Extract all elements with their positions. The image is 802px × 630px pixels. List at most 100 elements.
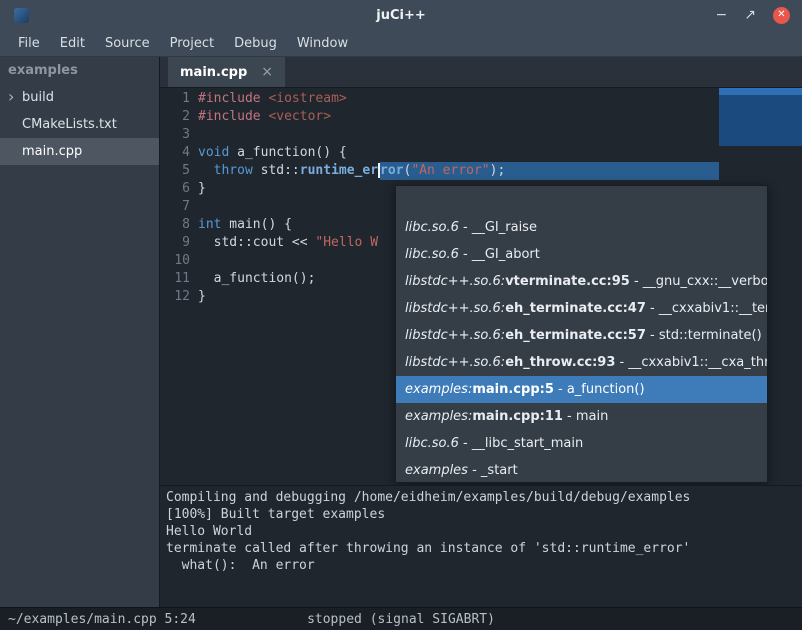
frame-library: libstdc++.so.6: xyxy=(405,328,505,343)
close-button[interactable]: ✕ xyxy=(773,7,790,24)
tab-close-icon[interactable]: × xyxy=(261,64,273,80)
stack-frame[interactable]: libstdc++.so.6:eh_throw.cc:93 - __cxxabi… xyxy=(396,349,767,376)
frame-location: eh_throw.cc:93 xyxy=(505,355,615,370)
terminal-line: Hello World xyxy=(166,523,796,540)
frame-function: - main xyxy=(563,409,608,424)
frame-library: examples: xyxy=(405,382,472,397)
terminal-line: [100%] Built target examples xyxy=(166,506,796,523)
menu-edit[interactable]: Edit xyxy=(50,36,95,51)
project-header: examples xyxy=(0,57,159,84)
menu-project[interactable]: Project xyxy=(160,36,224,51)
minimize-button[interactable]: − xyxy=(716,8,728,22)
frame-function: - __GI_raise xyxy=(459,220,537,235)
code-token: } xyxy=(198,180,206,198)
close-icon: ✕ xyxy=(777,10,785,20)
frame-function: - __GI_abort xyxy=(459,247,540,262)
titlebar: juCi++ − ↗ ✕ xyxy=(0,0,802,30)
frame-library: libc.so.6 xyxy=(405,247,459,262)
stack-frame[interactable]: libc.so.6 - __GI_raise xyxy=(396,214,767,241)
app-icon xyxy=(14,8,29,23)
stack-frame[interactable]: libstdc++.so.6:eh_terminate.cc:47 - __cx… xyxy=(396,295,767,322)
terminal-line: terminate called after throwing an insta… xyxy=(166,540,796,557)
line-number: 12 xyxy=(160,288,198,306)
menu-window[interactable]: Window xyxy=(287,36,358,51)
line-number: 1 xyxy=(160,90,198,108)
code-token: int xyxy=(198,216,221,234)
line-number: 4 xyxy=(160,144,198,162)
code-token: "Hello W xyxy=(315,234,378,252)
stack-frame[interactable]: libc.so.6 - __libc_start_main xyxy=(396,430,767,457)
stack-frame-selected[interactable]: examples:main.cpp:5 - a_function() xyxy=(396,376,767,403)
code-editor[interactable]: 1 #include <iostream> 2 #include <vector… xyxy=(160,88,802,485)
code-token: ( xyxy=(404,162,412,180)
code-token: runtime_er xyxy=(300,162,378,180)
code-token: } xyxy=(198,288,206,306)
line-number: 5 xyxy=(160,162,198,180)
menu-source[interactable]: Source xyxy=(95,36,160,51)
file-tree-panel: examples › build CMakeLists.txt main.cpp xyxy=(0,57,160,607)
frame-function: - __libc_start_main xyxy=(459,436,583,451)
code-token: <vector> xyxy=(268,108,331,126)
frame-function: - __cxxabiv1::__cxa_thro xyxy=(615,355,767,370)
frame-location: eh_terminate.cc:57 xyxy=(505,328,646,343)
menu-file[interactable]: File xyxy=(8,36,50,51)
tab-main-cpp[interactable]: main.cpp × xyxy=(168,57,285,87)
code-token: void xyxy=(198,144,229,162)
frame-location: vterminate.cc:95 xyxy=(505,274,630,289)
app-window: juCi++ − ↗ ✕ File Edit Source Project De… xyxy=(0,0,802,630)
frame-location: main.cpp:5 xyxy=(472,382,554,397)
stack-frame[interactable]: examples:main.cpp:11 - main xyxy=(396,403,767,430)
maximize-button[interactable]: ↗ xyxy=(744,8,756,22)
tree-item-build[interactable]: › build xyxy=(0,84,159,111)
code-line: 2 #include <vector> xyxy=(160,108,802,126)
menu-debug[interactable]: Debug xyxy=(224,36,287,51)
frame-library: libc.so.6 xyxy=(405,220,459,235)
code-token: #include xyxy=(198,108,261,126)
frame-library: libstdc++.so.6: xyxy=(405,355,505,370)
code-token: "An error" xyxy=(411,162,489,180)
frame-library: libstdc++.so.6: xyxy=(405,274,505,289)
frame-function: - __gnu_cxx::__verbos xyxy=(630,274,767,289)
line-number: 6 xyxy=(160,180,198,198)
window-title: juCi++ xyxy=(0,8,802,23)
frame-location: eh_terminate.cc:47 xyxy=(505,301,646,316)
stack-frame[interactable]: examples - _start xyxy=(396,457,767,483)
output-terminal[interactable]: Compiling and debugging /home/eidheim/ex… xyxy=(160,485,802,607)
code-token: std:: xyxy=(261,162,300,180)
code-token xyxy=(261,108,269,126)
chevron-right-icon: › xyxy=(8,84,14,110)
code-token: #include xyxy=(198,90,261,108)
line-number: 7 xyxy=(160,198,198,216)
code-token: ); xyxy=(490,162,506,180)
debug-status: stopped (signal SIGABRT) xyxy=(0,612,802,627)
frame-location: main.cpp:11 xyxy=(472,409,563,424)
code-token: a_function() { xyxy=(229,144,346,162)
code-token xyxy=(198,162,214,180)
line-number: 2 xyxy=(160,108,198,126)
code-token: <iostream> xyxy=(268,90,346,108)
line-number: 11 xyxy=(160,270,198,288)
tooltip-box xyxy=(719,88,802,146)
line-number: 8 xyxy=(160,216,198,234)
main-area: examples › build CMakeLists.txt main.cpp… xyxy=(0,57,802,607)
line-number: 10 xyxy=(160,252,198,270)
tooltip-box-header xyxy=(719,88,802,95)
stack-frame[interactable]: libstdc++.so.6:eh_terminate.cc:57 - std:… xyxy=(396,322,767,349)
stack-frame[interactable]: libstdc++.so.6:vterminate.cc:95 - __gnu_… xyxy=(396,268,767,295)
code-line: 4 void a_function() { xyxy=(160,144,802,162)
tree-item-cmakelists[interactable]: CMakeLists.txt xyxy=(0,111,159,138)
tree-item-main-cpp[interactable]: main.cpp xyxy=(0,138,159,165)
code-token: std::cout << xyxy=(198,234,315,252)
frame-function: - __cxxabiv1::__tern xyxy=(646,301,767,316)
tree-item-label: main.cpp xyxy=(22,144,82,159)
code-token: a_function(); xyxy=(198,270,315,288)
editor-column: main.cpp × 1 #include <iostream> 2 #incl… xyxy=(160,57,802,607)
code-token: ror xyxy=(380,162,403,180)
frame-function: - _start xyxy=(468,463,518,478)
code-line: 3 xyxy=(160,126,802,144)
code-token xyxy=(253,162,261,180)
stack-frame[interactable]: libc.so.6 - __GI_abort xyxy=(396,241,767,268)
line-number: 3 xyxy=(160,126,198,144)
terminal-line: what(): An error xyxy=(166,557,796,574)
frame-library: examples xyxy=(405,463,468,478)
